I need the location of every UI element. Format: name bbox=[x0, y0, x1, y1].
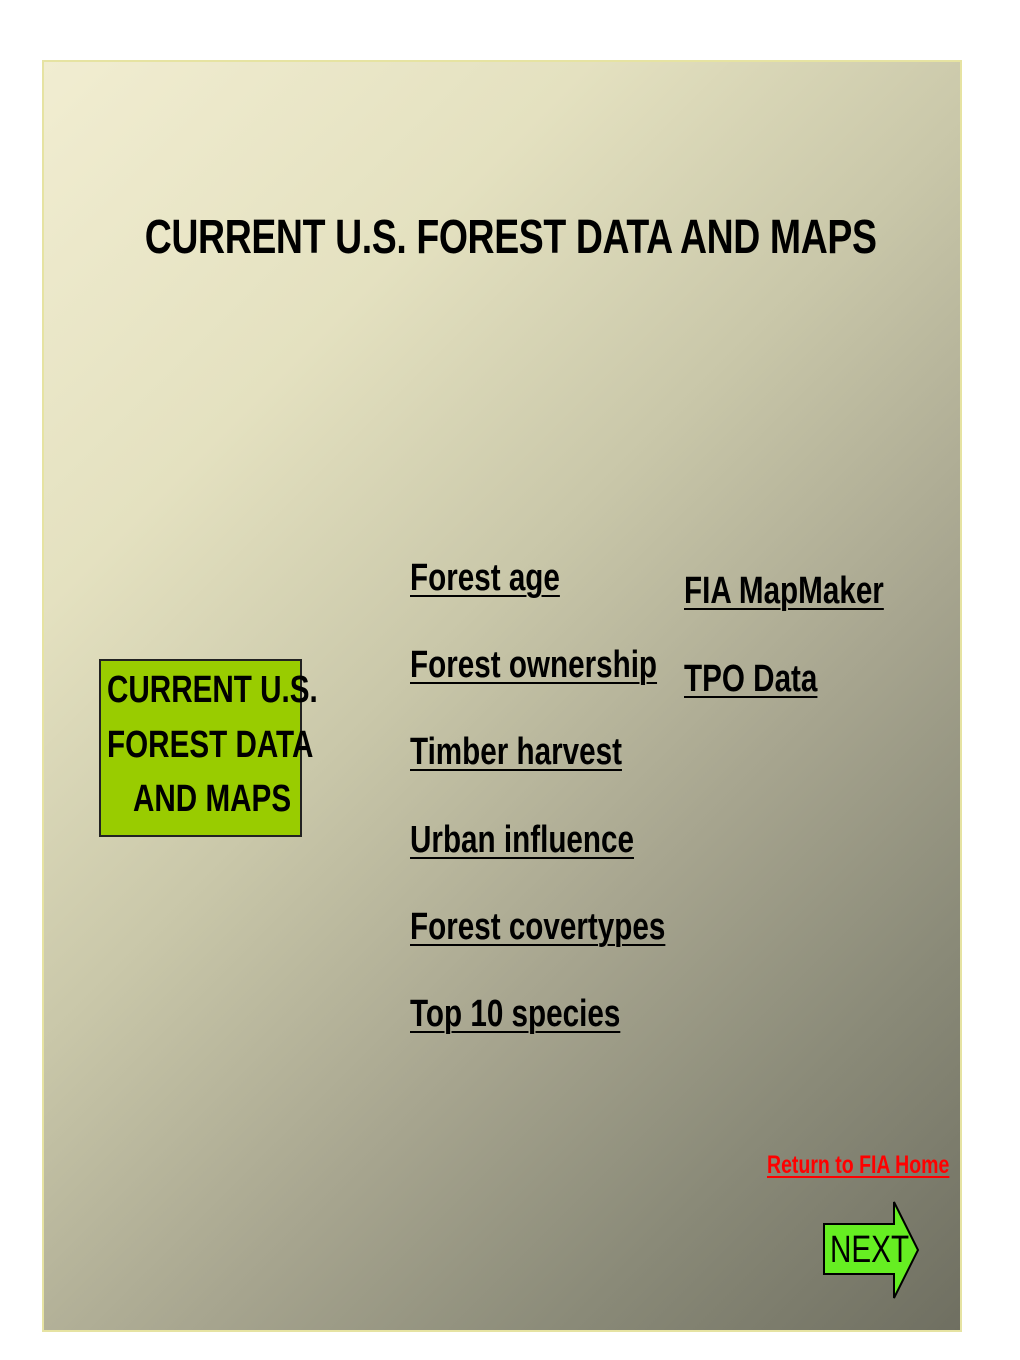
section-label-box: CURRENT U.S. FOREST DATA AND MAPS bbox=[99, 659, 318, 837]
page-title: CURRENT U.S. FOREST DATA AND MAPS bbox=[144, 211, 877, 264]
return-to-fia-home-link[interactable]: Return to FIA Home bbox=[767, 1151, 949, 1180]
link-forest-ownership[interactable]: Forest ownership bbox=[410, 644, 657, 687]
next-button-label: NEXT bbox=[830, 1229, 910, 1271]
section-label-line-2: FOREST DATA bbox=[107, 724, 314, 766]
link-timber-harvest[interactable]: Timber harvest bbox=[410, 731, 622, 774]
link-fia-mapmaker[interactable]: FIA MapMaker bbox=[684, 570, 884, 613]
link-top-10-species[interactable]: Top 10 species bbox=[410, 993, 620, 1036]
link-forest-covertypes[interactable]: Forest covertypes bbox=[410, 906, 665, 949]
section-label-line-1: CURRENT U.S. bbox=[107, 669, 318, 711]
link-urban-influence[interactable]: Urban influence bbox=[410, 819, 634, 862]
link-forest-age[interactable]: Forest age bbox=[410, 557, 560, 600]
link-tpo-data[interactable]: TPO Data bbox=[684, 658, 817, 701]
section-label-line-3: AND MAPS bbox=[133, 778, 292, 820]
next-button[interactable]: NEXT bbox=[822, 1200, 920, 1300]
slide: CURRENT U.S. FOREST DATA AND MAPS CURREN… bbox=[42, 60, 962, 1332]
